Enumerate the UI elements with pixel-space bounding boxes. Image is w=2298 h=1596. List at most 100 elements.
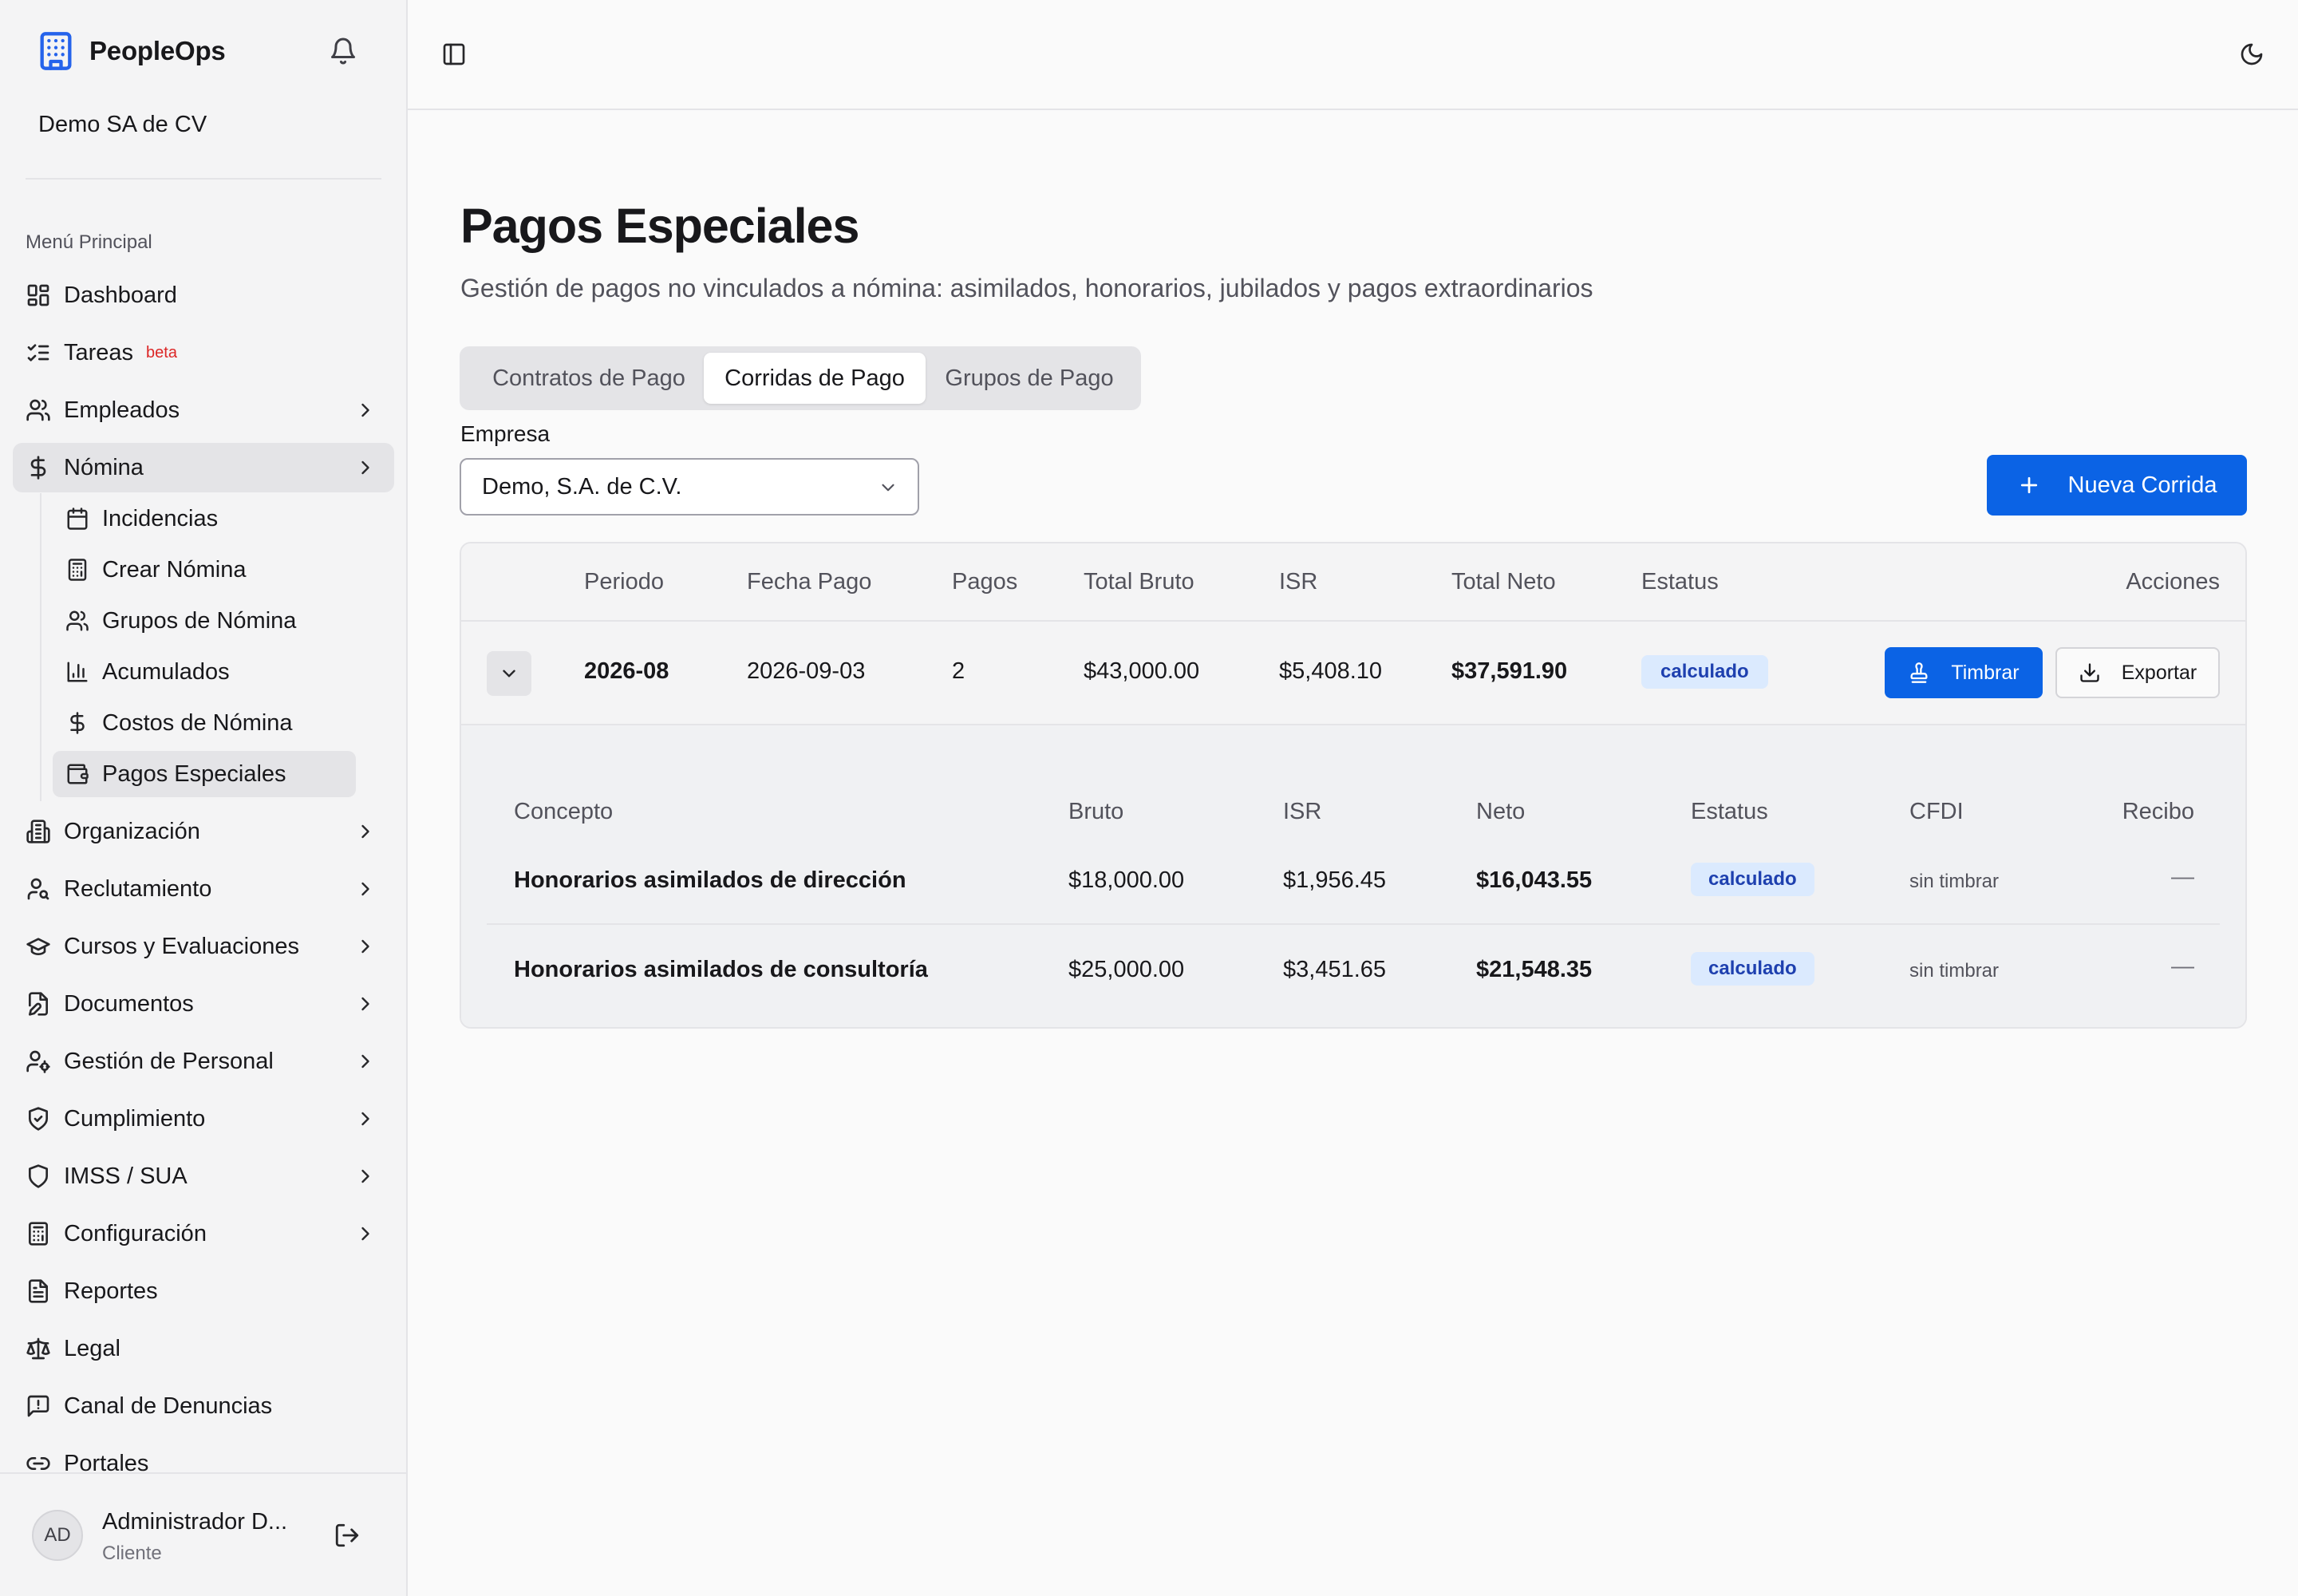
sidebar-subitem-grupos-nomina[interactable]: Grupos de Nómina (53, 598, 356, 644)
sidebar-item-gestion-personal[interactable]: Gestión de Personal (13, 1037, 394, 1086)
sidebar-item-organizacion[interactable]: Organización (13, 807, 394, 856)
bell-icon[interactable] (329, 37, 357, 65)
table-header: Periodo Fecha Pago Pagos Total Bruto ISR… (461, 543, 2245, 622)
sidebar-item-label: Organización (64, 818, 200, 844)
user-search-icon (26, 876, 51, 902)
detail-col-cfdi: CFDI (1909, 799, 1964, 824)
cell-fecha-pago: 2026-09-03 (747, 658, 866, 684)
sidebar-item-cursos[interactable]: Cursos y Evaluaciones (13, 922, 394, 971)
sidebar-item-empleados[interactable]: Empleados (13, 385, 394, 435)
sidebar-item-tareas[interactable]: Tareas beta (13, 328, 394, 377)
chevron-right-icon (354, 1108, 377, 1130)
tab-corridas-de-pago[interactable]: Corridas de Pago (704, 353, 926, 404)
submenu-line (40, 493, 41, 801)
detail-col-neto: Neto (1476, 799, 1526, 824)
avatar[interactable]: AD (32, 1510, 83, 1561)
expand-row-button[interactable] (487, 651, 531, 696)
moon-icon[interactable] (2239, 41, 2264, 67)
sidebar-item-reportes[interactable]: Reportes (13, 1266, 394, 1316)
shield-check-icon (26, 1106, 51, 1132)
timbrar-button[interactable]: Timbrar (1885, 647, 2043, 698)
col-total-bruto: Total Bruto (1084, 569, 1194, 595)
tab-grupos-de-pago[interactable]: Grupos de Pago (922, 353, 1136, 404)
exportar-label: Exportar (2121, 661, 2197, 684)
file-text-icon (26, 1278, 51, 1304)
sidebar-item-label: Documentos (64, 990, 194, 1017)
calculator-icon (26, 1221, 51, 1246)
status-badge: calculado (1691, 952, 1814, 986)
runs-table: Periodo Fecha Pago Pagos Total Bruto ISR… (460, 542, 2247, 1029)
users-icon (26, 397, 51, 423)
detail-cell-isr: $3,451.65 (1283, 957, 1387, 982)
exportar-button[interactable]: Exportar (2055, 647, 2220, 698)
sidebar-subitem-acumulados[interactable]: Acumulados (53, 649, 356, 695)
list-checks-icon (26, 340, 51, 365)
users-icon (65, 609, 89, 633)
dollar-sign-icon (65, 711, 89, 735)
user-name: Administrador D... (102, 1509, 288, 1535)
sidebar-item-configuracion[interactable]: Configuración (13, 1209, 394, 1258)
table-row[interactable]: 2026-08 2026-09-03 2 $43,000.00 $5,408.1… (461, 622, 2245, 725)
sidebar-item-label: Canal de Denuncias (64, 1393, 273, 1419)
logout-icon[interactable] (334, 1522, 361, 1549)
graduation-cap-icon (26, 934, 51, 959)
status-badge: calculado (1641, 655, 1768, 689)
col-estatus: Estatus (1641, 569, 1719, 595)
bar-chart-icon (65, 660, 89, 684)
sidebar-subitem-label: Costos de Nómina (102, 709, 293, 736)
sidebar-item-canal-denuncias[interactable]: Canal de Denuncias (13, 1381, 394, 1431)
chevron-right-icon (354, 935, 377, 958)
chevron-down-icon (878, 477, 898, 498)
sidebar-item-label: Dashboard (64, 282, 177, 308)
col-total-neto: Total Neto (1451, 569, 1556, 595)
sidebar-subitem-crear-nomina[interactable]: Crear Nómina (53, 547, 356, 593)
sidebar-subitem-costos-nomina[interactable]: Costos de Nómina (53, 700, 356, 746)
chevron-right-icon (354, 878, 377, 900)
building-logo-icon (35, 30, 77, 72)
user-role: Cliente (102, 1543, 162, 1564)
detail-cell-recibo: — (2171, 864, 2194, 890)
col-fecha-pago: Fecha Pago (747, 569, 872, 595)
sidebar-item-nomina[interactable]: Nómina (13, 443, 394, 492)
sidebar-subitem-pagos-especiales[interactable]: Pagos Especiales (53, 751, 356, 797)
detail-cell-cfdi: sin timbrar (1909, 871, 2000, 892)
sidebar-divider (26, 178, 381, 180)
sidebar-item-documentos[interactable]: Documentos (13, 979, 394, 1029)
sidebar-item-dashboard[interactable]: Dashboard (13, 271, 394, 320)
user-cog-icon (26, 1049, 51, 1074)
page-subtitle: Gestión de pagos no vinculados a nómina:… (460, 274, 1593, 302)
sidebar-item-label: Legal (64, 1335, 120, 1361)
brand[interactable]: PeopleOps (35, 30, 226, 72)
wallet-icon (65, 762, 89, 786)
detail-col-concepto: Concepto (514, 799, 614, 824)
nueva-corrida-button[interactable]: Nueva Corrida (1987, 455, 2247, 516)
col-pagos: Pagos (952, 569, 1018, 595)
sidebar-item-label: Cursos y Evaluaciones (64, 933, 299, 959)
shield-icon (26, 1163, 51, 1189)
tab-list: Contratos de Pago Corridas de Pago Grupo… (460, 346, 1141, 410)
tab-contratos-de-pago[interactable]: Contratos de Pago (466, 353, 712, 404)
detail-cell-recibo: — (2171, 954, 2194, 979)
topbar (408, 0, 2298, 110)
sidebar-subitem-label: Crear Nómina (102, 556, 247, 583)
empresa-select[interactable]: Demo, S.A. de C.V. (460, 458, 919, 516)
sidebar-item-reclutamiento[interactable]: Reclutamiento (13, 864, 394, 914)
sidebar-item-legal[interactable]: Legal (13, 1324, 394, 1373)
detail-cell-neto: $16,043.55 (1476, 867, 1593, 893)
company-name[interactable]: Demo SA de CV (38, 112, 207, 138)
scale-icon (26, 1336, 51, 1361)
sidebar-subitem-label: Pagos Especiales (102, 760, 286, 787)
sidebar-item-label: Reportes (64, 1278, 158, 1304)
col-acciones: Acciones (2126, 569, 2220, 595)
sidebar-item-label: Tareas (64, 339, 134, 365)
panel-left-icon[interactable] (441, 41, 467, 67)
calculator-icon (65, 558, 89, 582)
detail-col-bruto: Bruto (1068, 799, 1124, 824)
sidebar-item-cumplimiento[interactable]: Cumplimiento (13, 1094, 394, 1144)
timbrar-label: Timbrar (1951, 661, 2020, 684)
page-title: Pagos Especiales (460, 199, 859, 253)
sidebar-subitem-incidencias[interactable]: Incidencias (53, 496, 356, 542)
chevron-right-icon (354, 456, 377, 479)
col-periodo: Periodo (584, 569, 664, 595)
sidebar-item-imss-sua[interactable]: IMSS / SUA (13, 1152, 394, 1201)
